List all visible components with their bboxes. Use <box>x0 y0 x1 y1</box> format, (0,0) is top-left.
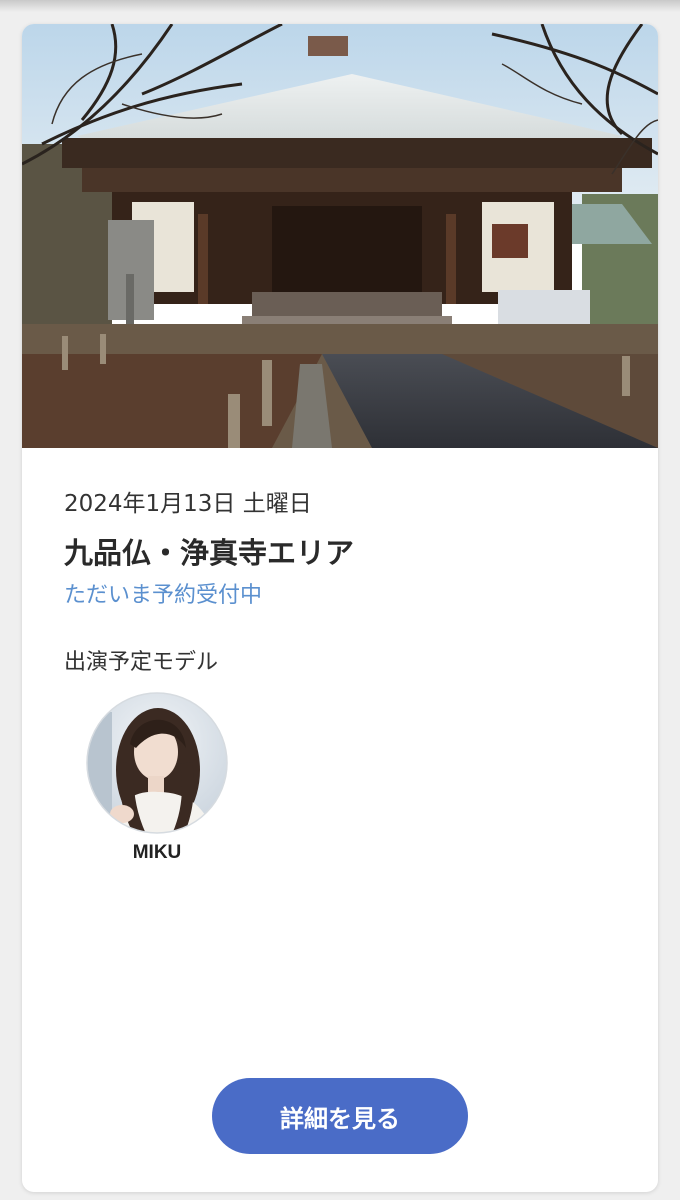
top-shadow <box>0 0 680 12</box>
event-photo-temple <box>22 24 658 448</box>
event-title: 九品仏・浄真寺エリア <box>64 536 355 570</box>
event-date: 2024年1月13日 土曜日 <box>64 491 312 517</box>
models-heading: 出演予定モデル <box>64 650 219 675</box>
model-card[interactable]: MIKU <box>86 692 230 864</box>
view-details-button[interactable]: 詳細を見る <box>212 1078 468 1154</box>
model-avatar <box>86 692 228 834</box>
reservation-status: ただいま予約受付中 <box>64 583 263 608</box>
event-card: 2024年1月13日 土曜日 九品仏・浄真寺エリア ただいま予約受付中 出演予定… <box>22 24 658 1192</box>
model-name: MIKU <box>132 842 182 863</box>
